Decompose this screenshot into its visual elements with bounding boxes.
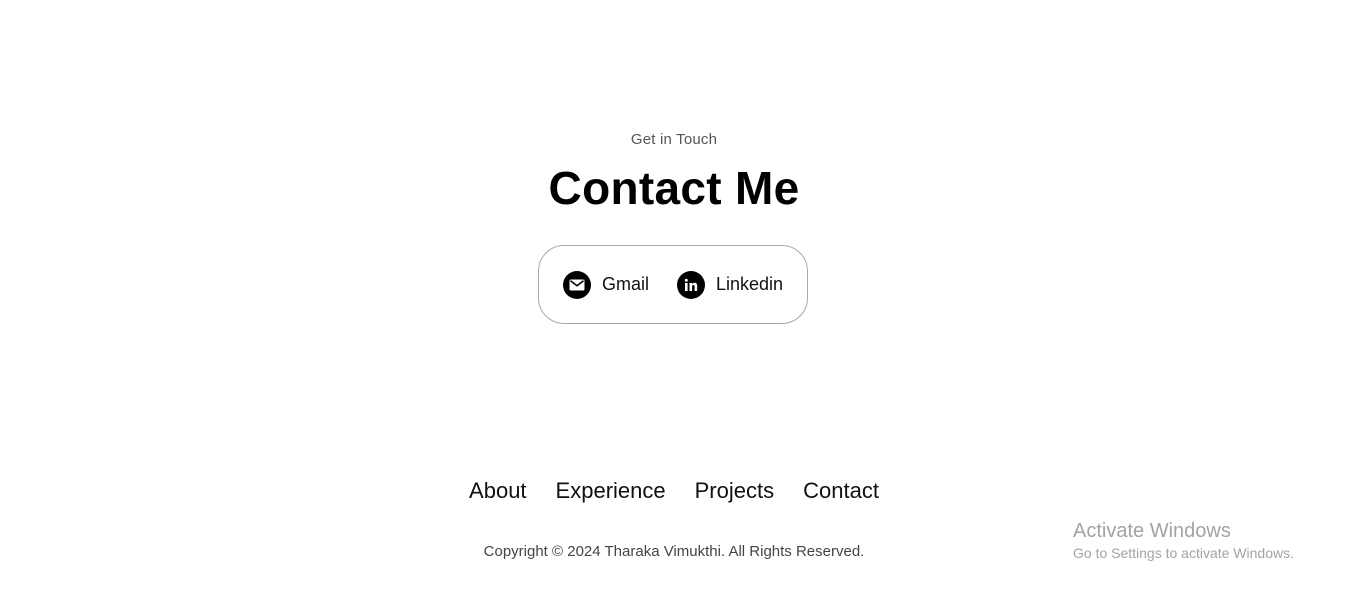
footer-link-projects[interactable]: Projects bbox=[695, 476, 774, 506]
page-title: Contact Me bbox=[548, 162, 800, 214]
contact-section: Get in Touch Contact Me bbox=[0, 128, 1348, 216]
watermark-title: Activate Windows bbox=[1073, 520, 1231, 542]
linkedin-link[interactable]: Linkedin bbox=[676, 270, 784, 299]
activate-windows-watermark: Activate Windows Go to Settings to activ… bbox=[1073, 518, 1294, 562]
footer-link-experience[interactable]: Experience bbox=[556, 476, 666, 506]
linkedin-icon bbox=[676, 270, 705, 299]
gmail-label: Gmail bbox=[601, 274, 649, 294]
footer-link-about[interactable]: About bbox=[469, 476, 527, 506]
gmail-link[interactable]: Gmail bbox=[562, 270, 649, 299]
watermark-subtitle: Go to Settings to activate Windows. bbox=[1073, 545, 1294, 561]
mail-icon bbox=[562, 270, 591, 299]
section-eyebrow: Get in Touch bbox=[630, 131, 718, 148]
footer-link-contact[interactable]: Contact bbox=[803, 476, 879, 506]
contact-links-box: Gmail Linkedin bbox=[538, 245, 808, 324]
footer-nav: About Experience Projects Contact bbox=[0, 476, 1348, 506]
page: Get in Touch Contact Me Gmail Linkedin A… bbox=[0, 0, 1348, 591]
linkedin-label: Linkedin bbox=[715, 274, 784, 294]
